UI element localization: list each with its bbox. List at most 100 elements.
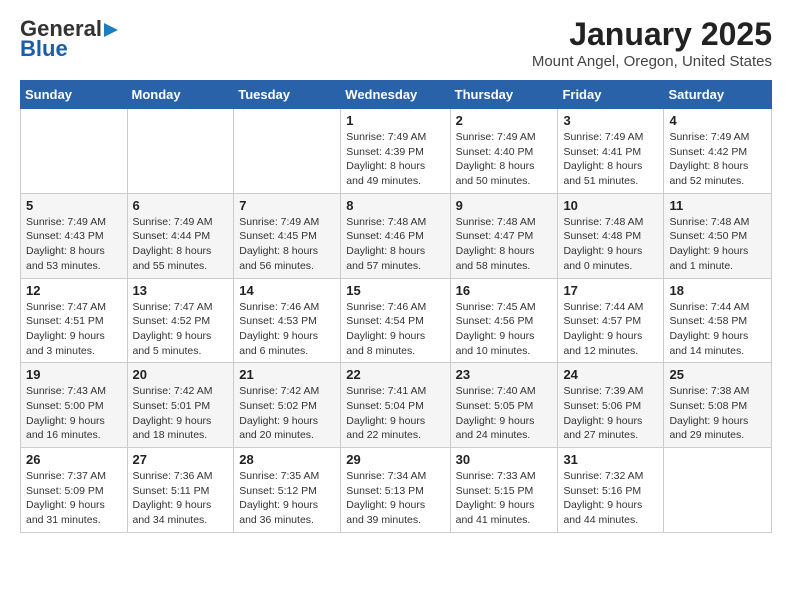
week-row-3: 12 Sunrise: 7:47 AM Sunset: 4:51 PM Dayli… <box>21 278 772 363</box>
calendar-cell: 18Sunrise: 7:44 AM Sunset: 4:58 PM Dayli… <box>664 278 772 363</box>
day-info: Sunrise: 7:48 AM Sunset: 4:46 PM Dayligh… <box>346 215 444 274</box>
header-wednesday: Wednesday <box>341 81 450 109</box>
day-info: Sunrise: 7:33 AM Sunset: 5:15 PM Dayligh… <box>456 469 553 528</box>
calendar-cell: 14 Sunrise: 7:46 AM Sunset: 4:53 PM Dayli… <box>234 278 341 363</box>
calendar-cell: 25 Sunrise: 7:38 AM Sunset: 5:08 PM Dayli… <box>664 363 772 448</box>
day-info: Sunrise: 7:37 AM Sunset: 5:09 PM Dayligh… <box>26 469 122 528</box>
day-number: 31 <box>563 452 658 467</box>
day-info: Sunrise: 7:34 AM Sunset: 5:13 PM Dayligh… <box>346 469 444 528</box>
day-number: 25 <box>669 367 766 382</box>
page: General Blue January 2025 Mount Angel, O… <box>0 0 792 549</box>
day-number: 27 <box>133 452 229 467</box>
day-info: Sunrise: 7:42 AM Sunset: 5:02 PM Dayligh… <box>239 384 335 443</box>
calendar-cell: 28Sunrise: 7:35 AM Sunset: 5:12 PM Dayli… <box>234 448 341 533</box>
calendar-cell: 5 Sunrise: 7:49 AM Sunset: 4:43 PM Daylig… <box>21 193 128 278</box>
header-sunday: Sunday <box>21 81 128 109</box>
calendar-cell: 17 Sunrise: 7:44 AM Sunset: 4:57 PM Dayli… <box>558 278 664 363</box>
calendar-cell <box>664 448 772 533</box>
calendar-cell: 6 Sunrise: 7:49 AM Sunset: 4:44 PM Daylig… <box>127 193 234 278</box>
day-info: Sunrise: 7:48 AM Sunset: 4:48 PM Dayligh… <box>563 215 658 274</box>
day-info: Sunrise: 7:44 AM Sunset: 4:57 PM Dayligh… <box>563 300 658 359</box>
weekday-header-row: Sunday Monday Tuesday Wednesday Thursday… <box>21 81 772 109</box>
day-number: 7 <box>239 198 335 213</box>
calendar-cell: 9 Sunrise: 7:48 AM Sunset: 4:47 PM Daylig… <box>450 193 558 278</box>
day-info: Sunrise: 7:47 AM Sunset: 4:52 PM Dayligh… <box>133 300 229 359</box>
calendar-cell: 23Sunrise: 7:40 AM Sunset: 5:05 PM Dayli… <box>450 363 558 448</box>
calendar-cell: 31 Sunrise: 7:32 AM Sunset: 5:16 PM Dayli… <box>558 448 664 533</box>
day-number: 4 <box>669 113 766 128</box>
calendar-cell: 4 Sunrise: 7:49 AM Sunset: 4:42 PM Daylig… <box>664 109 772 194</box>
calendar-cell: 1Sunrise: 7:49 AM Sunset: 4:39 PM Daylig… <box>341 109 450 194</box>
calendar-cell: 2 Sunrise: 7:49 AM Sunset: 4:40 PM Daylig… <box>450 109 558 194</box>
calendar-cell: 11Sunrise: 7:48 AM Sunset: 4:50 PM Dayli… <box>664 193 772 278</box>
day-info: Sunrise: 7:32 AM Sunset: 5:16 PM Dayligh… <box>563 469 658 528</box>
day-number: 2 <box>456 113 553 128</box>
calendar-cell: 26 Sunrise: 7:37 AM Sunset: 5:09 PM Dayli… <box>21 448 128 533</box>
header-saturday: Saturday <box>664 81 772 109</box>
day-number: 3 <box>563 113 658 128</box>
calendar-cell: 16Sunrise: 7:45 AM Sunset: 4:56 PM Dayli… <box>450 278 558 363</box>
calendar-cell <box>127 109 234 194</box>
day-info: Sunrise: 7:46 AM Sunset: 4:53 PM Dayligh… <box>239 300 335 359</box>
day-number: 23 <box>456 367 553 382</box>
calendar-cell <box>21 109 128 194</box>
calendar-cell <box>234 109 341 194</box>
day-number: 28 <box>239 452 335 467</box>
day-number: 13 <box>133 283 229 298</box>
week-row-1: 1Sunrise: 7:49 AM Sunset: 4:39 PM Daylig… <box>21 109 772 194</box>
logo-arrow-icon <box>104 23 118 37</box>
day-number: 19 <box>26 367 122 382</box>
calendar-cell: 21 Sunrise: 7:42 AM Sunset: 5:02 PM Dayli… <box>234 363 341 448</box>
day-number: 6 <box>133 198 229 213</box>
day-info: Sunrise: 7:43 AM Sunset: 5:00 PM Dayligh… <box>26 384 122 443</box>
day-number: 15 <box>346 283 444 298</box>
calendar-cell: 22 Sunrise: 7:41 AM Sunset: 5:04 PM Dayli… <box>341 363 450 448</box>
day-info: Sunrise: 7:49 AM Sunset: 4:42 PM Dayligh… <box>669 130 766 189</box>
day-info: Sunrise: 7:39 AM Sunset: 5:06 PM Dayligh… <box>563 384 658 443</box>
day-number: 22 <box>346 367 444 382</box>
calendar-cell: 12 Sunrise: 7:47 AM Sunset: 4:51 PM Dayli… <box>21 278 128 363</box>
day-number: 9 <box>456 198 553 213</box>
day-info: Sunrise: 7:48 AM Sunset: 4:47 PM Dayligh… <box>456 215 553 274</box>
day-number: 21 <box>239 367 335 382</box>
calendar-cell: 19 Sunrise: 7:43 AM Sunset: 5:00 PM Dayli… <box>21 363 128 448</box>
day-number: 26 <box>26 452 122 467</box>
day-number: 18 <box>669 283 766 298</box>
day-info: Sunrise: 7:49 AM Sunset: 4:45 PM Dayligh… <box>239 215 335 274</box>
week-row-2: 5 Sunrise: 7:49 AM Sunset: 4:43 PM Daylig… <box>21 193 772 278</box>
day-number: 5 <box>26 198 122 213</box>
day-number: 29 <box>346 452 444 467</box>
header-thursday: Thursday <box>450 81 558 109</box>
day-info: Sunrise: 7:47 AM Sunset: 4:51 PM Dayligh… <box>26 300 122 359</box>
calendar-cell: 15 Sunrise: 7:46 AM Sunset: 4:54 PM Dayli… <box>341 278 450 363</box>
week-row-5: 26 Sunrise: 7:37 AM Sunset: 5:09 PM Dayli… <box>21 448 772 533</box>
calendar-subtitle: Mount Angel, Oregon, United States <box>532 53 772 70</box>
day-info: Sunrise: 7:49 AM Sunset: 4:44 PM Dayligh… <box>133 215 229 274</box>
header: General Blue January 2025 Mount Angel, O… <box>20 16 772 70</box>
calendar-cell: 13 Sunrise: 7:47 AM Sunset: 4:52 PM Dayli… <box>127 278 234 363</box>
header-monday: Monday <box>127 81 234 109</box>
logo: General Blue <box>20 16 118 62</box>
calendar-cell: 29 Sunrise: 7:34 AM Sunset: 5:13 PM Dayli… <box>341 448 450 533</box>
day-info: Sunrise: 7:46 AM Sunset: 4:54 PM Dayligh… <box>346 300 444 359</box>
day-number: 10 <box>563 198 658 213</box>
day-number: 12 <box>26 283 122 298</box>
day-number: 17 <box>563 283 658 298</box>
header-friday: Friday <box>558 81 664 109</box>
day-number: 14 <box>239 283 335 298</box>
day-info: Sunrise: 7:49 AM Sunset: 4:43 PM Dayligh… <box>26 215 122 274</box>
day-number: 16 <box>456 283 553 298</box>
day-info: Sunrise: 7:41 AM Sunset: 5:04 PM Dayligh… <box>346 384 444 443</box>
day-number: 11 <box>669 198 766 213</box>
calendar-title: January 2025 <box>532 16 772 53</box>
day-number: 8 <box>346 198 444 213</box>
header-tuesday: Tuesday <box>234 81 341 109</box>
week-row-4: 19 Sunrise: 7:43 AM Sunset: 5:00 PM Dayli… <box>21 363 772 448</box>
calendar-cell: 10 Sunrise: 7:48 AM Sunset: 4:48 PM Dayli… <box>558 193 664 278</box>
day-number: 24 <box>563 367 658 382</box>
day-info: Sunrise: 7:49 AM Sunset: 4:39 PM Dayligh… <box>346 130 444 189</box>
calendar-cell: 3Sunrise: 7:49 AM Sunset: 4:41 PM Daylig… <box>558 109 664 194</box>
day-info: Sunrise: 7:49 AM Sunset: 4:40 PM Dayligh… <box>456 130 553 189</box>
day-info: Sunrise: 7:38 AM Sunset: 5:08 PM Dayligh… <box>669 384 766 443</box>
day-number: 20 <box>133 367 229 382</box>
